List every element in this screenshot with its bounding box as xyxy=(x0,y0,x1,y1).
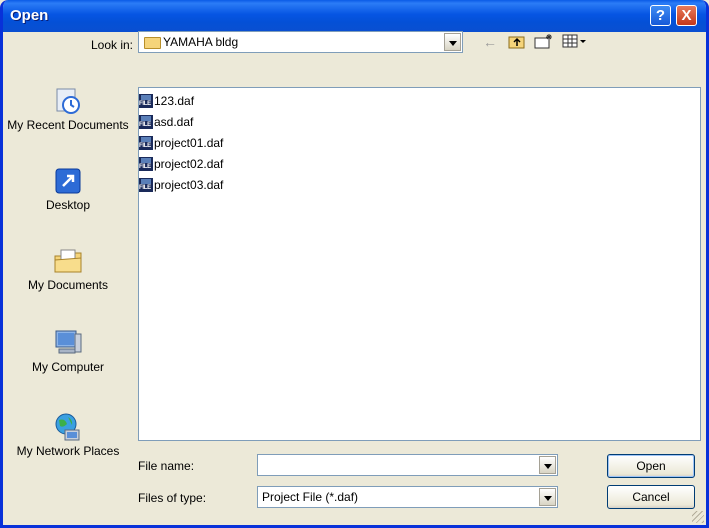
file-name: project01.daf xyxy=(154,136,224,150)
look-in-value: YAMAHA bldg xyxy=(163,35,239,49)
new-folder-icon[interactable] xyxy=(534,33,554,51)
open-dialog: Open ? X Look in: YAMAHA bldg ← My Recen… xyxy=(0,0,709,528)
file-icon xyxy=(139,178,153,192)
look-in-label: Look in: xyxy=(90,38,133,52)
my-computer-icon xyxy=(53,328,83,358)
chevron-down-icon[interactable] xyxy=(539,456,556,474)
file-name: project03.daf xyxy=(154,178,224,192)
up-folder-icon[interactable] xyxy=(508,33,526,51)
place-label: Desktop xyxy=(45,198,91,212)
back-arrow-icon[interactable]: ← xyxy=(481,33,499,51)
chevron-down-icon[interactable] xyxy=(539,488,556,506)
file-icon xyxy=(139,136,153,150)
place-desktop[interactable]: Desktop xyxy=(5,166,131,212)
help-button[interactable]: ? xyxy=(650,5,671,26)
network-places-icon xyxy=(53,412,83,442)
file-icon xyxy=(139,157,153,171)
place-label: My Network Places xyxy=(16,444,120,458)
file-icon xyxy=(139,94,153,108)
file-name-field[interactable] xyxy=(257,454,558,476)
views-menu-icon[interactable] xyxy=(562,33,588,51)
file-type-dropdown[interactable]: Project File (*.daf) xyxy=(257,486,558,508)
close-button[interactable]: X xyxy=(676,5,697,26)
place-label: My Computer xyxy=(31,360,105,374)
place-network[interactable]: My Network Places xyxy=(5,412,131,458)
folder-icon xyxy=(144,37,161,49)
window-title: Open xyxy=(10,7,49,24)
place-my-computer[interactable]: My Computer xyxy=(5,328,131,374)
place-label: My Recent Documents xyxy=(7,118,129,132)
file-name: project02.daf xyxy=(154,157,224,171)
file-name: asd.daf xyxy=(154,115,194,129)
place-label: My Documents xyxy=(27,278,109,292)
file-icon xyxy=(139,115,153,129)
place-my-documents[interactable]: My Documents xyxy=(5,246,131,292)
resize-grip-icon[interactable] xyxy=(692,511,704,523)
my-documents-icon xyxy=(53,246,83,276)
place-recent-documents[interactable]: My Recent Documents xyxy=(5,86,131,132)
file-name-label: File name: xyxy=(138,459,195,473)
file-name: 123.daf xyxy=(154,94,195,108)
places-bar: My Recent Documents Desktop My Documents… xyxy=(5,86,133,501)
desktop-icon xyxy=(53,166,83,196)
cancel-button[interactable]: Cancel xyxy=(607,485,695,509)
file-type-value: Project File (*.daf) xyxy=(262,490,359,504)
chevron-down-icon[interactable] xyxy=(444,33,461,51)
title-bar[interactable]: Open ? X xyxy=(3,0,706,32)
recent-documents-icon xyxy=(53,86,83,116)
look-in-dropdown[interactable]: YAMAHA bldg xyxy=(138,31,463,53)
file-type-label: Files of type: xyxy=(138,491,207,505)
open-button[interactable]: Open xyxy=(607,454,695,478)
file-list[interactable]: 123.daf asd.daf project01.daf project02.… xyxy=(138,87,701,441)
